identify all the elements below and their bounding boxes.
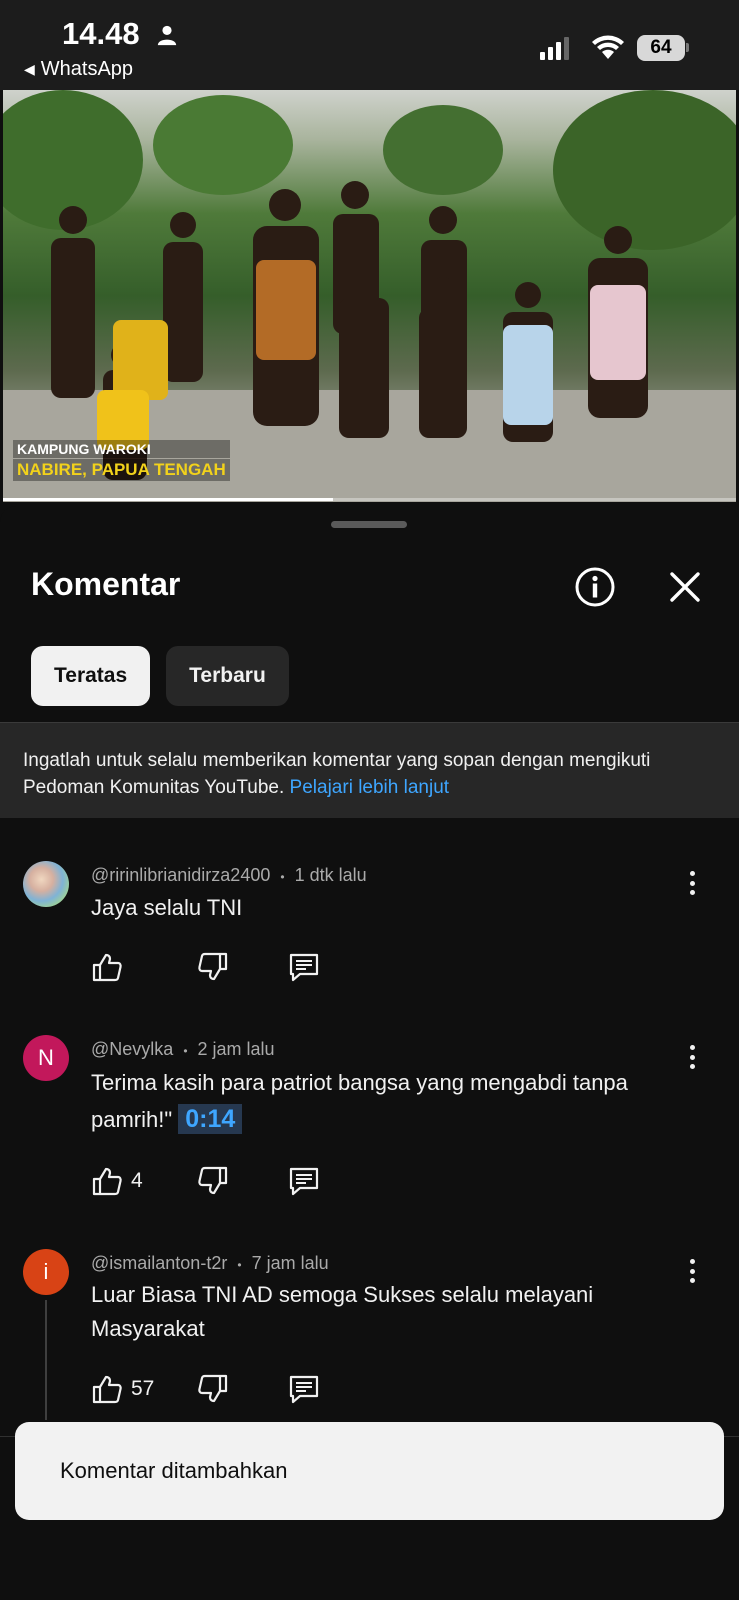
video-player[interactable]: KAMPUNG WAROKI NABIRE, PAPUA TENGAH (3, 90, 736, 502)
like-count: 4 (131, 1169, 143, 1192)
comment-time: 7 jam lalu (251, 1253, 329, 1273)
like-button[interactable]: 4 (91, 1163, 143, 1199)
thumb-down-icon (198, 952, 228, 981)
battery-icon: 64 (637, 35, 685, 61)
chip-newest[interactable]: Terbaru (166, 646, 289, 706)
back-to-app-link[interactable]: ◀ WhatsApp (24, 58, 133, 81)
learn-more-link[interactable]: Pelajari lebih lanjut (290, 777, 450, 798)
status-time: 14.48 (62, 16, 140, 51)
dislike-button[interactable] (197, 1371, 229, 1407)
comment-actions: 57 (91, 1371, 351, 1407)
close-icon[interactable] (668, 570, 702, 604)
status-bar: 14.48 ◀ WhatsApp 64 (0, 0, 739, 90)
wifi-icon (592, 35, 624, 59)
info-icon[interactable] (574, 566, 616, 608)
video-progress-bar[interactable] (3, 498, 736, 501)
reply-icon (289, 1375, 319, 1404)
comment-author[interactable]: @ririnlibrianidirza2400 (91, 865, 270, 885)
avatar[interactable] (23, 861, 69, 907)
meta-separator: • (183, 1044, 188, 1058)
dislike-button[interactable] (197, 949, 229, 985)
reply-button[interactable] (288, 1163, 320, 1199)
comment-meta: @ririnlibrianidirza2400 • 1 dtk lalu (91, 865, 367, 886)
reply-button[interactable] (288, 949, 320, 985)
back-app-label: WhatsApp (40, 58, 134, 80)
thumb-up-icon (92, 1167, 122, 1196)
video-caption-region: NABIRE, PAPUA TENGAH (13, 459, 230, 481)
meta-separator: • (280, 870, 285, 884)
thumb-down-icon (198, 1374, 228, 1403)
timestamp-link[interactable]: 0:14 (178, 1104, 243, 1134)
comment-time: 2 jam lalu (197, 1039, 275, 1059)
reply-button[interactable] (288, 1371, 320, 1407)
cellular-signal-icon (540, 36, 569, 60)
sheet-title: Komentar (31, 566, 181, 602)
dislike-button[interactable] (197, 1163, 229, 1199)
comment-actions (91, 949, 351, 985)
comment-author[interactable]: @ismailanton-t2r (91, 1253, 227, 1273)
avatar[interactable]: i (23, 1249, 69, 1295)
thumb-up-icon (92, 953, 122, 982)
sheet-drag-handle[interactable] (331, 521, 407, 528)
video-caption: KAMPUNG WAROKI NABIRE, PAPUA TENGAH (13, 440, 230, 481)
comment-text-body: Terima kasih para patriot bangsa yang me… (91, 1070, 628, 1132)
reply-icon (289, 953, 319, 982)
video-caption-location: KAMPUNG WAROKI (13, 440, 230, 458)
like-button[interactable]: 57 (91, 1371, 154, 1407)
meta-separator: • (237, 1258, 242, 1272)
person-icon (157, 25, 177, 46)
thumb-down-icon (198, 1166, 228, 1195)
video-progress-fill (3, 498, 333, 501)
sort-chips: Teratas Terbaru (31, 646, 289, 706)
community-guidelines-notice: Ingatlah untuk selalu memberikan komenta… (0, 722, 739, 818)
comment-actions: 4 (91, 1163, 351, 1199)
like-count: 57 (131, 1377, 155, 1400)
comment-text: Terima kasih para patriot bangsa yang me… (91, 1064, 691, 1138)
battery-cap (686, 43, 689, 52)
chip-top[interactable]: Teratas (31, 646, 151, 706)
toast-message: Komentar ditambahkan (60, 1458, 288, 1483)
comment-text: Jaya selalu TNI (91, 895, 243, 920)
more-vert-icon[interactable] (680, 1256, 704, 1286)
comment-meta: @ismailanton-t2r • 7 jam lalu (91, 1253, 329, 1274)
comment-meta: @Nevylka • 2 jam lalu (91, 1039, 275, 1060)
toast-notification: Komentar ditambahkan (15, 1422, 724, 1520)
thumb-up-icon (92, 1375, 122, 1404)
like-button[interactable] (91, 949, 131, 985)
reply-icon (289, 1167, 319, 1196)
back-arrow-icon: ◀ (24, 61, 35, 77)
reply-thread-line (45, 1300, 47, 1420)
comment-text: Luar Biasa TNI AD semoga Sukses selalu m… (91, 1282, 594, 1341)
avatar[interactable]: N (23, 1035, 69, 1081)
comment-time: 1 dtk lalu (294, 865, 367, 885)
comment-author[interactable]: @Nevylka (91, 1039, 173, 1059)
